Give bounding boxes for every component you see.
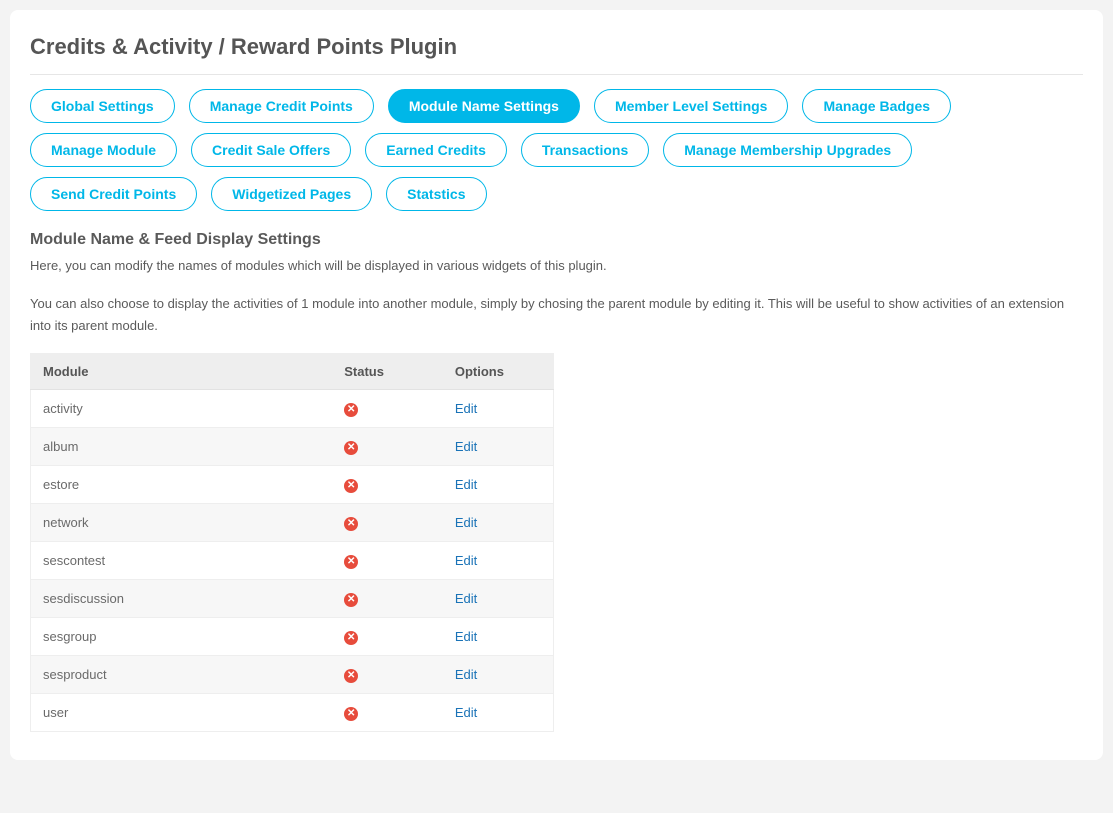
tab-transactions[interactable]: Transactions [521, 133, 649, 167]
table-row: sesdiscussion ✕ Edit [31, 580, 554, 618]
options-cell: Edit [443, 580, 554, 618]
col-header-status: Status [332, 354, 443, 390]
edit-link[interactable]: Edit [455, 667, 477, 682]
edit-link[interactable]: Edit [455, 401, 477, 416]
options-cell: Edit [443, 656, 554, 694]
tab-earned-credits[interactable]: Earned Credits [365, 133, 507, 167]
cross-red-icon[interactable]: ✕ [344, 555, 358, 569]
module-name-cell: user [31, 694, 333, 732]
options-cell: Edit [443, 428, 554, 466]
cross-red-icon[interactable]: ✕ [344, 669, 358, 683]
edit-link[interactable]: Edit [455, 591, 477, 606]
divider [30, 74, 1083, 75]
tab-manage-module[interactable]: Manage Module [30, 133, 177, 167]
table-row: network ✕ Edit [31, 504, 554, 542]
edit-link[interactable]: Edit [455, 705, 477, 720]
status-cell: ✕ [332, 504, 443, 542]
status-cell: ✕ [332, 466, 443, 504]
status-cell: ✕ [332, 390, 443, 428]
options-cell: Edit [443, 542, 554, 580]
edit-link[interactable]: Edit [455, 629, 477, 644]
status-cell: ✕ [332, 694, 443, 732]
cross-red-icon[interactable]: ✕ [344, 593, 358, 607]
tab-manage-credit-points[interactable]: Manage Credit Points [189, 89, 374, 123]
module-name-cell: sesgroup [31, 618, 333, 656]
options-cell: Edit [443, 390, 554, 428]
cross-red-icon[interactable]: ✕ [344, 403, 358, 417]
options-cell: Edit [443, 504, 554, 542]
options-cell: Edit [443, 694, 554, 732]
module-name-cell: sescontest [31, 542, 333, 580]
content-card: Credits & Activity / Reward Points Plugi… [10, 10, 1103, 760]
module-name-cell: album [31, 428, 333, 466]
section-heading: Module Name & Feed Display Settings [30, 231, 1083, 249]
status-cell: ✕ [332, 542, 443, 580]
module-name-cell: estore [31, 466, 333, 504]
table-row: estore ✕ Edit [31, 466, 554, 504]
cross-red-icon[interactable]: ✕ [344, 441, 358, 455]
edit-link[interactable]: Edit [455, 553, 477, 568]
edit-link[interactable]: Edit [455, 477, 477, 492]
status-cell: ✕ [332, 580, 443, 618]
status-cell: ✕ [332, 428, 443, 466]
cross-red-icon[interactable]: ✕ [344, 631, 358, 645]
tab-module-name-settings[interactable]: Module Name Settings [388, 89, 580, 123]
section-description-1: Here, you can modify the names of module… [30, 255, 1083, 277]
module-table: Module Status Options activity✕Editalbum… [30, 353, 554, 732]
cross-red-icon[interactable]: ✕ [344, 517, 358, 531]
module-name-cell: activity [31, 390, 333, 428]
module-name-cell: network [31, 504, 333, 542]
section-description-2: You can also choose to display the activ… [30, 293, 1083, 337]
status-cell: ✕ [332, 656, 443, 694]
tab-statstics[interactable]: Statstics [386, 177, 486, 211]
page-title: Credits & Activity / Reward Points Plugi… [30, 34, 1083, 60]
col-header-module: Module [31, 354, 333, 390]
tab-widgetized-pages[interactable]: Widgetized Pages [211, 177, 372, 211]
tab-manage-membership-upgrades[interactable]: Manage Membership Upgrades [663, 133, 912, 167]
tab-global-settings[interactable]: Global Settings [30, 89, 175, 123]
status-cell: ✕ [332, 618, 443, 656]
options-cell: Edit [443, 466, 554, 504]
edit-link[interactable]: Edit [455, 515, 477, 530]
module-name-cell: sesproduct [31, 656, 333, 694]
tab-send-credit-points[interactable]: Send Credit Points [30, 177, 197, 211]
tab-member-level-settings[interactable]: Member Level Settings [594, 89, 789, 123]
table-row: sesgroup ✕ Edit [31, 618, 554, 656]
table-row: sescontest ✕ Edit [31, 542, 554, 580]
options-cell: Edit [443, 618, 554, 656]
tab-credit-sale-offers[interactable]: Credit Sale Offers [191, 133, 351, 167]
table-row: album ✕ Edit [31, 428, 554, 466]
tabs-container: Global Settings Manage Credit Points Modul… [30, 89, 1083, 211]
tab-manage-badges[interactable]: Manage Badges [802, 89, 951, 123]
cross-red-icon[interactable]: ✕ [344, 707, 358, 721]
edit-link[interactable]: Edit [455, 439, 477, 454]
table-row: sesproduct ✕ Edit [31, 656, 554, 694]
col-header-options: Options [443, 354, 554, 390]
table-row: user ✕ Edit [31, 694, 554, 732]
cross-red-icon[interactable]: ✕ [344, 479, 358, 493]
table-row: activity ✕ Edit [31, 390, 554, 428]
module-name-cell: sesdiscussion [31, 580, 333, 618]
